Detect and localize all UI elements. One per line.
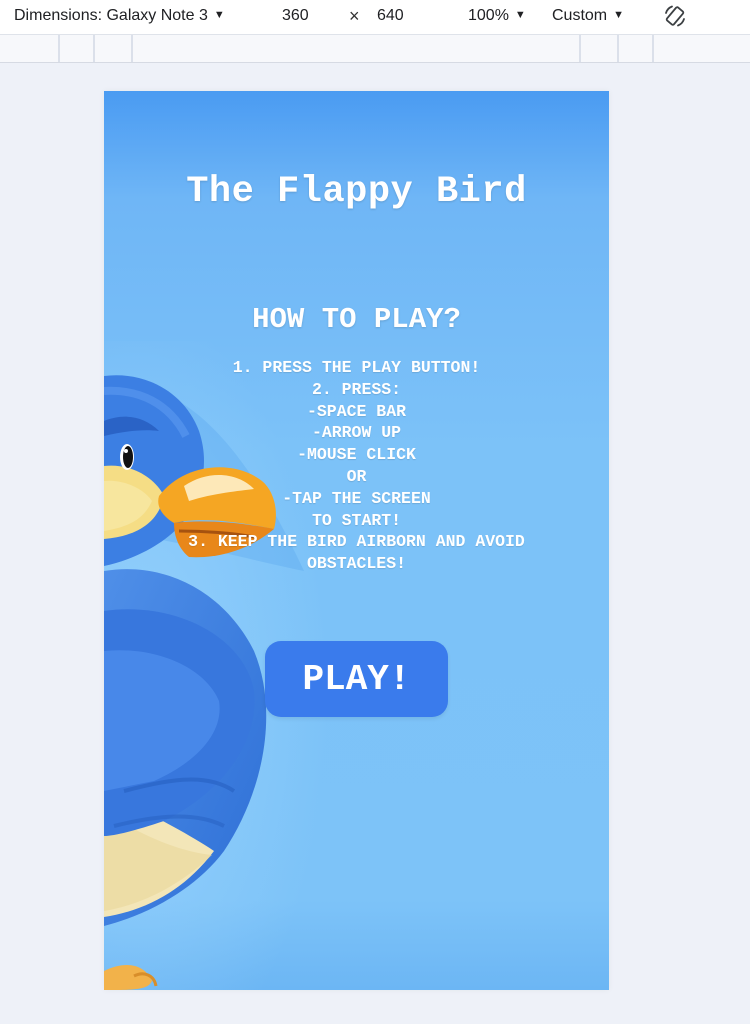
instruction-line: -MOUSE CLICK — [297, 445, 416, 465]
instruction-line: 2. PRESS: — [311, 379, 402, 399]
instruction-line: -TAP THE SCREEN — [282, 488, 431, 508]
instruction-line: 1. PRESS THE PLAY BUTTON! — [232, 358, 481, 377]
dimensions-dropdown[interactable]: Dimensions: Galaxy Note 3 ▼ — [14, 7, 225, 25]
device-toolbar: Dimensions: Galaxy Note 3 ▼ 360 × 640 10… — [0, 0, 750, 35]
how-to-play-heading: HOW TO PLAY? — [252, 303, 461, 336]
device-viewport: The Flappy Bird HOW TO PLAY? 1. PRESS TH… — [104, 91, 609, 990]
play-button[interactable]: PLAY! — [265, 641, 448, 717]
instruction-line: -SPACE BAR — [306, 401, 407, 421]
instruction-line: OR — [346, 466, 367, 486]
chevron-down-icon: ▼ — [514, 9, 526, 21]
rotate-icon[interactable] — [662, 3, 688, 29]
instruction-line: -ARROW UP — [311, 423, 402, 443]
chevron-down-icon: ▼ — [613, 9, 625, 21]
instruction-line: 3. KEEP THE BIRD AIRBORN AND AVOID — [188, 532, 525, 552]
instruction-line: TO START! — [311, 510, 402, 530]
zoom-dropdown[interactable]: 100% ▼ — [468, 7, 526, 25]
instruction-line: OBSTACLES! — [306, 554, 407, 574]
throttle-dropdown[interactable]: Custom ▼ — [552, 7, 624, 25]
game-title: The Flappy Bird — [186, 171, 527, 213]
media-query-ruler — [0, 35, 750, 63]
dimensions-label: Dimensions: Galaxy Note 3 — [14, 7, 208, 24]
chevron-down-icon: ▼ — [213, 9, 225, 21]
height-input[interactable]: 640 — [377, 7, 404, 25]
width-input[interactable]: 360 — [282, 7, 309, 25]
times-icon: × — [349, 6, 360, 26]
throttle-label: Custom — [552, 7, 608, 24]
zoom-label: 100% — [468, 7, 509, 24]
instructions-list: 1. PRESS THE PLAY BUTTON! 2. PRESS: -SPA… — [104, 357, 609, 575]
